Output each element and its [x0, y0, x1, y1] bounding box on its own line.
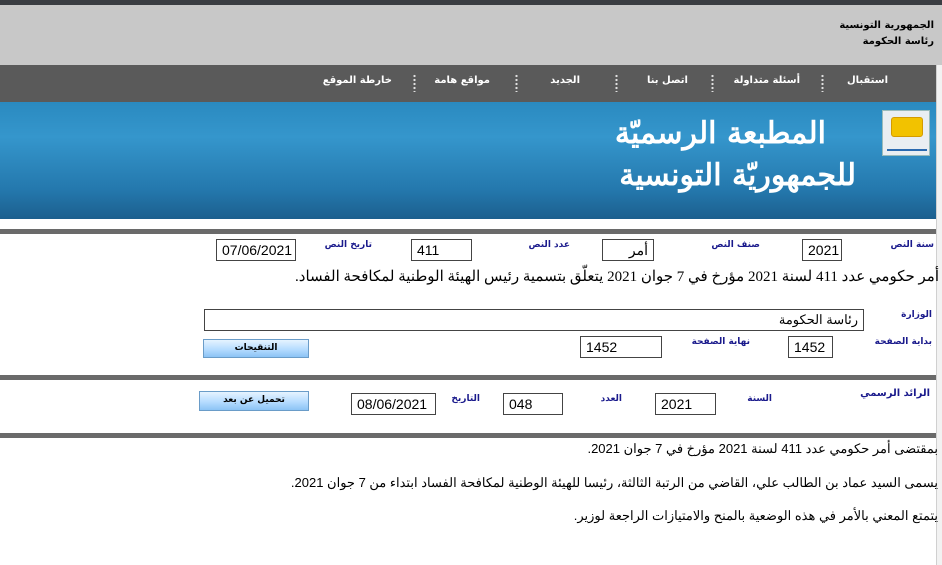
banner: المطبعة الرسميّة للجمهوريّة التونسية [0, 102, 936, 219]
nav-news[interactable]: الجديد [550, 75, 580, 86]
header-republic: الجمهورية التونسية [839, 20, 934, 31]
amendments-button[interactable]: التنقيحات [203, 339, 309, 358]
text-date-field[interactable]: 07/06/2021 [216, 239, 296, 261]
section-divider [0, 229, 936, 234]
body-line-preamble: بمقتضى أمر حكومي عدد 411 لسنة 2021 مؤرخ … [587, 441, 938, 456]
journal-year-field[interactable]: 2021 [655, 393, 716, 415]
journal-number-field[interactable]: 048 [503, 393, 563, 415]
page-end-label: نهاية الصفحة [691, 337, 750, 347]
journal-date-label: التاريخ [451, 394, 480, 404]
text-date-label: تاريخ النص [324, 240, 372, 250]
text-type-label: صنف النص [711, 240, 760, 250]
official-printing-logo-icon [882, 110, 930, 156]
site-header: الجمهورية التونسية رئاسة الحكومة [0, 5, 942, 65]
logo-emblem [891, 117, 923, 137]
banner-title-line2: للجمهوريّة التونسية [619, 158, 856, 193]
body-line-benefits: يتمتع المعني بالأمر في هذه الوضعية بالمن… [573, 508, 938, 523]
page-start-label: بداية الصفحة [874, 337, 932, 347]
text-type-field[interactable]: أمر [602, 239, 654, 261]
nav-links[interactable]: مواقع هامة [434, 75, 490, 86]
nav-separator [615, 74, 618, 92]
text-year-label: سنة النص [890, 240, 934, 250]
nav-contact[interactable]: اتصل بنا [647, 75, 688, 86]
nav-sitemap[interactable]: خارطة الموقع [323, 75, 392, 86]
journal-year-label: السنة [747, 394, 772, 404]
page-end-field[interactable]: 1452 [580, 336, 662, 358]
nav-separator [413, 74, 416, 92]
header-presidency: رئاسة الحكومة [862, 36, 934, 47]
nav-separator [821, 74, 824, 92]
text-number-label: عدد النص [528, 240, 570, 250]
journal-label: الرائد الرسمي [860, 388, 930, 399]
banner-title-line1: المطبعة الرسميّة [614, 116, 826, 151]
nav-faq[interactable]: أسئلة متداولة [734, 75, 800, 86]
logo-book [887, 141, 927, 151]
section-divider [0, 433, 936, 438]
nav-separator [515, 74, 518, 92]
text-number-field[interactable]: 411 [411, 239, 472, 261]
text-year-field[interactable]: 2021 [802, 239, 842, 261]
main-nav: استقبال أسئلة متداولة اتصل بنا الجديد مو… [0, 65, 936, 102]
section-divider [0, 375, 936, 380]
body-line-appointment: يسمى السيد عماد بن الطالب علي، القاضي من… [290, 475, 938, 490]
page-start-field[interactable]: 1452 [788, 336, 833, 358]
nav-separator [711, 74, 714, 92]
ministry-label: الوزارة [901, 310, 932, 320]
journal-date-field[interactable]: 08/06/2021 [351, 393, 436, 415]
ministry-field[interactable]: رئاسة الحكومة [204, 309, 864, 331]
nav-home[interactable]: استقبال [847, 75, 888, 86]
download-button[interactable]: تحميل عن بعد [199, 391, 309, 411]
journal-number-label: العدد [600, 394, 622, 404]
text-subject: أمر حكومي عدد 411 لسنة 2021 مؤرخ في 7 جو… [295, 269, 939, 285]
